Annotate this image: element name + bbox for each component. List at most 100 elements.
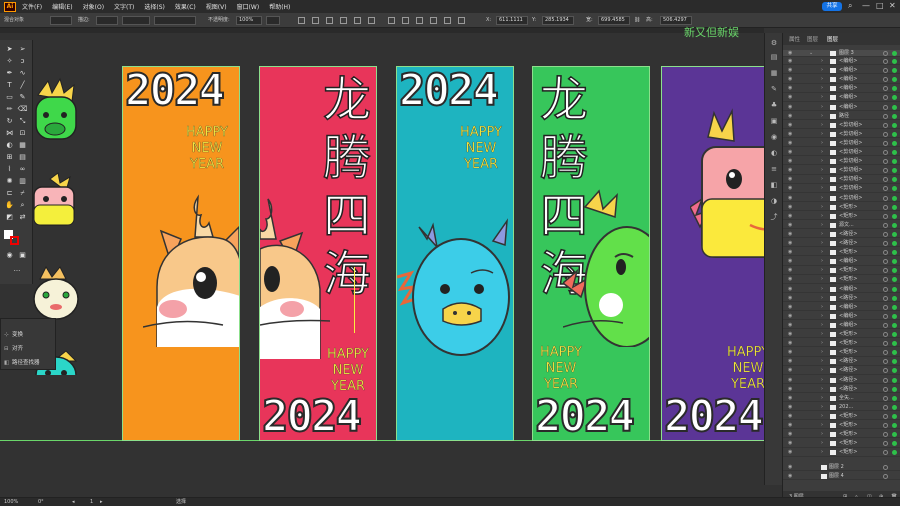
eye-icon[interactable]: ◉ [788, 358, 792, 365]
layer-row[interactable]: ◉ › <剪切组> [783, 131, 900, 139]
selection-indicator[interactable] [892, 286, 897, 292]
layer-row[interactable]: ◉ › <矩形> [783, 413, 900, 421]
selection-indicator[interactable] [892, 450, 897, 456]
scale-tool-icon[interactable]: ⤡ [17, 116, 28, 127]
target-icon[interactable] [883, 450, 888, 456]
layer-row[interactable]: ◉ › <路径> [783, 358, 900, 366]
layer-row[interactable]: ◉ › <编组> [783, 85, 900, 93]
eye-icon[interactable]: ◉ [788, 286, 792, 293]
target-icon[interactable] [883, 51, 888, 56]
target-icon[interactable] [883, 304, 888, 310]
layer-row[interactable]: ◉ › <矩形> [783, 449, 900, 457]
target-icon[interactable] [883, 341, 888, 347]
layer-row[interactable]: ◉ › <编组> [783, 76, 900, 84]
chevron-right-icon[interactable]: › [821, 167, 823, 174]
chevron-right-icon[interactable]: › [821, 295, 823, 302]
target-icon[interactable] [883, 268, 888, 274]
properties-icon[interactable]: ⚙ [769, 39, 779, 48]
eye-icon[interactable]: ◉ [788, 322, 792, 329]
opacity-field[interactable]: 100% [236, 16, 262, 25]
align-right-icon[interactable] [326, 17, 333, 24]
target-icon[interactable] [883, 204, 888, 210]
fill-swatch[interactable] [50, 16, 72, 25]
target-icon[interactable] [883, 413, 888, 419]
eye-icon[interactable]: ◉ [788, 167, 792, 174]
eye-icon[interactable]: ◉ [788, 176, 792, 183]
selection-indicator[interactable] [892, 113, 897, 119]
distribute-1-icon[interactable] [388, 17, 395, 24]
banner-orange[interactable]: 2024 HAPPY NEW YEAR [122, 66, 240, 441]
chevron-right-icon[interactable]: › [821, 304, 823, 311]
eye-icon[interactable]: ◉ [788, 340, 792, 347]
eye-icon[interactable]: ◉ [788, 304, 792, 311]
eye-icon[interactable]: ◉ [788, 50, 792, 57]
eye-icon[interactable]: ◉ [788, 231, 792, 238]
selection-indicator[interactable] [892, 268, 897, 274]
menu-type[interactable]: 文字(T) [114, 2, 134, 11]
layer-row-top[interactable]: ◉ ⌄ 图层 3 [783, 50, 900, 58]
target-icon[interactable] [883, 122, 888, 128]
menu-effect[interactable]: 效果(C) [175, 2, 196, 11]
eye-icon[interactable]: ◉ [788, 58, 792, 65]
distribute-3-icon[interactable] [416, 17, 423, 24]
menu-view[interactable]: 视图(V) [206, 2, 227, 11]
artboard-tool-icon[interactable]: ⊏ [4, 188, 15, 199]
target-icon[interactable] [883, 474, 888, 479]
eye-icon[interactable]: ◉ [788, 431, 792, 438]
eye-icon[interactable]: ◉ [788, 295, 792, 302]
banner-red[interactable]: 龙 腾 四 海 HAPPY NEW YEAR 2024 [259, 66, 377, 441]
layer-row[interactable]: ◉ › <矩形> [783, 349, 900, 357]
free-transform-icon[interactable]: ⊡ [17, 128, 28, 139]
chevron-right-icon[interactable]: › [821, 286, 823, 293]
eye-icon[interactable]: ◉ [788, 104, 792, 111]
eye-icon[interactable]: ◉ [788, 267, 792, 274]
layer-row[interactable]: ◉ › <剪切组> [783, 185, 900, 193]
layer-row[interactable]: ◉ › <编组> [783, 104, 900, 111]
align-left-icon[interactable] [298, 17, 305, 24]
selection-indicator[interactable] [892, 341, 897, 347]
selection-indicator[interactable] [892, 250, 897, 256]
selection-indicator[interactable] [892, 195, 897, 201]
hand-tool-icon[interactable]: ✋ [4, 200, 15, 211]
chevron-right-icon[interactable]: › [821, 58, 823, 65]
layer-row[interactable]: ◉ › <编组> [783, 322, 900, 330]
selection-indicator[interactable] [892, 377, 897, 383]
selection-indicator[interactable] [892, 322, 897, 328]
target-icon[interactable] [883, 140, 888, 146]
tab-layers-b[interactable]: 图层 [827, 35, 838, 43]
selection-indicator[interactable] [892, 295, 897, 301]
color-icon[interactable]: ◐ [769, 149, 779, 158]
eye-icon[interactable]: ◉ [788, 367, 792, 374]
transparency-icon[interactable]: ◑ [769, 197, 779, 206]
eye-icon[interactable]: ◉ [788, 313, 792, 320]
target-icon[interactable] [883, 332, 888, 337]
target-icon[interactable] [883, 286, 888, 292]
selection-indicator[interactable] [892, 350, 897, 356]
h-field[interactable]: 506.4297 [660, 16, 692, 25]
rotation-angle[interactable]: 0° [38, 498, 44, 506]
pen-tool-icon[interactable]: ✒ [4, 68, 15, 79]
selection-indicator[interactable] [892, 104, 897, 110]
eye-icon[interactable]: ◉ [788, 473, 792, 480]
chevron-right-icon[interactable]: › [821, 367, 823, 374]
screen-mode-icon[interactable]: ▣ [17, 250, 28, 261]
chevron-right-icon[interactable]: › [821, 386, 823, 393]
chevron-right-icon[interactable]: › [821, 158, 823, 165]
distribute-6-icon[interactable] [458, 17, 465, 24]
search-icon[interactable]: ⌕ [848, 1, 852, 11]
eye-icon[interactable]: ◉ [788, 240, 792, 247]
chevron-down-icon[interactable]: ⌄ [809, 50, 813, 57]
blend-tool-icon[interactable]: ∞ [17, 164, 28, 175]
target-icon[interactable] [883, 213, 888, 219]
banner-purple[interactable]: HAPPY NEW YEAR 2024 [661, 66, 779, 441]
eye-icon[interactable]: ◉ [788, 85, 792, 92]
menu-help[interactable]: 帮助(H) [269, 2, 290, 11]
target-icon[interactable] [883, 113, 888, 119]
chevron-right-icon[interactable]: › [821, 404, 823, 411]
target-icon[interactable] [883, 322, 888, 328]
layer-row[interactable]: ◉ › <路径> [783, 231, 900, 239]
chevron-right-icon[interactable]: › [821, 140, 823, 147]
selection-indicator[interactable] [892, 77, 897, 83]
layer-row[interactable]: ◉ › <路径> [783, 240, 900, 248]
brush-field[interactable] [154, 16, 196, 25]
